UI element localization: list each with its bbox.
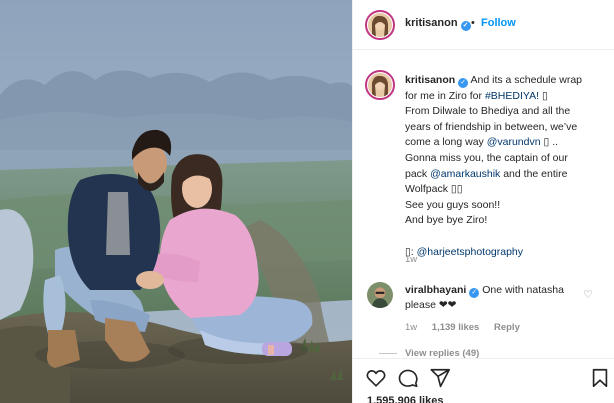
- avatar-photo: [367, 282, 393, 308]
- comment-item: viralbhayani ✓ One with natasha please ❤❤…: [353, 280, 614, 359]
- comment-icon[interactable]: [397, 367, 419, 389]
- avatar-photo: [368, 73, 392, 97]
- author-username[interactable]: kritisanon ✓: [405, 17, 471, 31]
- author-avatar[interactable]: [365, 10, 395, 40]
- avatar-photo: [368, 13, 392, 37]
- hashtag-link[interactable]: #BHEDIYA!: [485, 90, 539, 102]
- commenter-username[interactable]: viralbhayani: [405, 284, 466, 296]
- follow-button[interactable]: Follow: [481, 17, 516, 29]
- comment-like-heart-icon[interactable]: ♡: [583, 288, 593, 301]
- caption-line-3: years of friendship in between, we’ve: [405, 120, 578, 133]
- post-caption: kritisanon ✓ And its a schedule wrap for …: [405, 73, 605, 260]
- caption-line-1b: for me in Ziro for: [405, 89, 485, 102]
- post-photo[interactable]: [0, 0, 352, 403]
- verified-badge-icon: ✓: [460, 21, 471, 31]
- instagram-post-view: kritisanon ✓ • Follow kritisanon ✓ And its: [0, 0, 614, 403]
- caption-line-9: And bye bye Ziro!: [405, 214, 488, 227]
- caption-line-1a: And its a schedule wrap: [470, 74, 583, 86]
- comment-timestamp[interactable]: 1w: [405, 322, 417, 333]
- header-separator: •: [471, 17, 475, 29]
- mention-amarkaushik[interactable]: @amarkaushik: [430, 168, 500, 180]
- post-actions-bar: 1,595,906 likes: [353, 358, 614, 403]
- commenter-avatar[interactable]: [367, 282, 393, 308]
- verified-badge-icon: ✓: [469, 288, 480, 298]
- caption-line-4b: ..: [549, 136, 559, 149]
- heart-icon[interactable]: [365, 367, 387, 389]
- post-side-panel: kritisanon ✓ • Follow kritisanon ✓ And its: [352, 0, 614, 403]
- comment-body: viralbhayani ✓ One with natasha please ❤❤: [405, 283, 585, 312]
- post-likes-count[interactable]: 1,595,906 likes: [367, 395, 443, 403]
- author-username-text[interactable]: kritisanon: [405, 17, 458, 29]
- mention-varundvn[interactable]: @varundvn: [487, 136, 541, 148]
- verified-badge-icon: ✓: [458, 78, 469, 88]
- caption-line-8: See you guys soon!!: [405, 198, 501, 211]
- caption-line-6a: pack: [405, 167, 431, 180]
- bookmark-icon[interactable]: [589, 367, 611, 389]
- mention-photographer[interactable]: @harjeetsphotography: [417, 246, 523, 258]
- post-header: kritisanon ✓ • Follow: [353, 0, 614, 50]
- caption-line-7: Wolfpack: [405, 183, 448, 196]
- comment-meta: 1w 1,139 likes Reply: [405, 322, 532, 333]
- caption-username[interactable]: kritisanon: [405, 74, 455, 86]
- caption-line-4a: come a long way: [405, 136, 487, 149]
- emoji-glyph: ▯▯: [450, 183, 463, 196]
- photo-illustration: [0, 0, 352, 403]
- caption-avatar[interactable]: [365, 70, 395, 100]
- comment-likes-count[interactable]: 1,139 likes: [432, 322, 480, 333]
- share-icon[interactable]: [429, 367, 451, 389]
- caption-timestamp[interactable]: 1w: [405, 254, 417, 265]
- comment-reply-button[interactable]: Reply: [494, 322, 520, 333]
- caption-line-2: From Dilwale to Bhediya and all the: [405, 105, 571, 118]
- emoji-glyph: ▯: [541, 89, 548, 102]
- caption-line-6b: and the entire: [500, 167, 568, 180]
- caption-line-5: Gonna miss you, the captain of our: [405, 151, 568, 164]
